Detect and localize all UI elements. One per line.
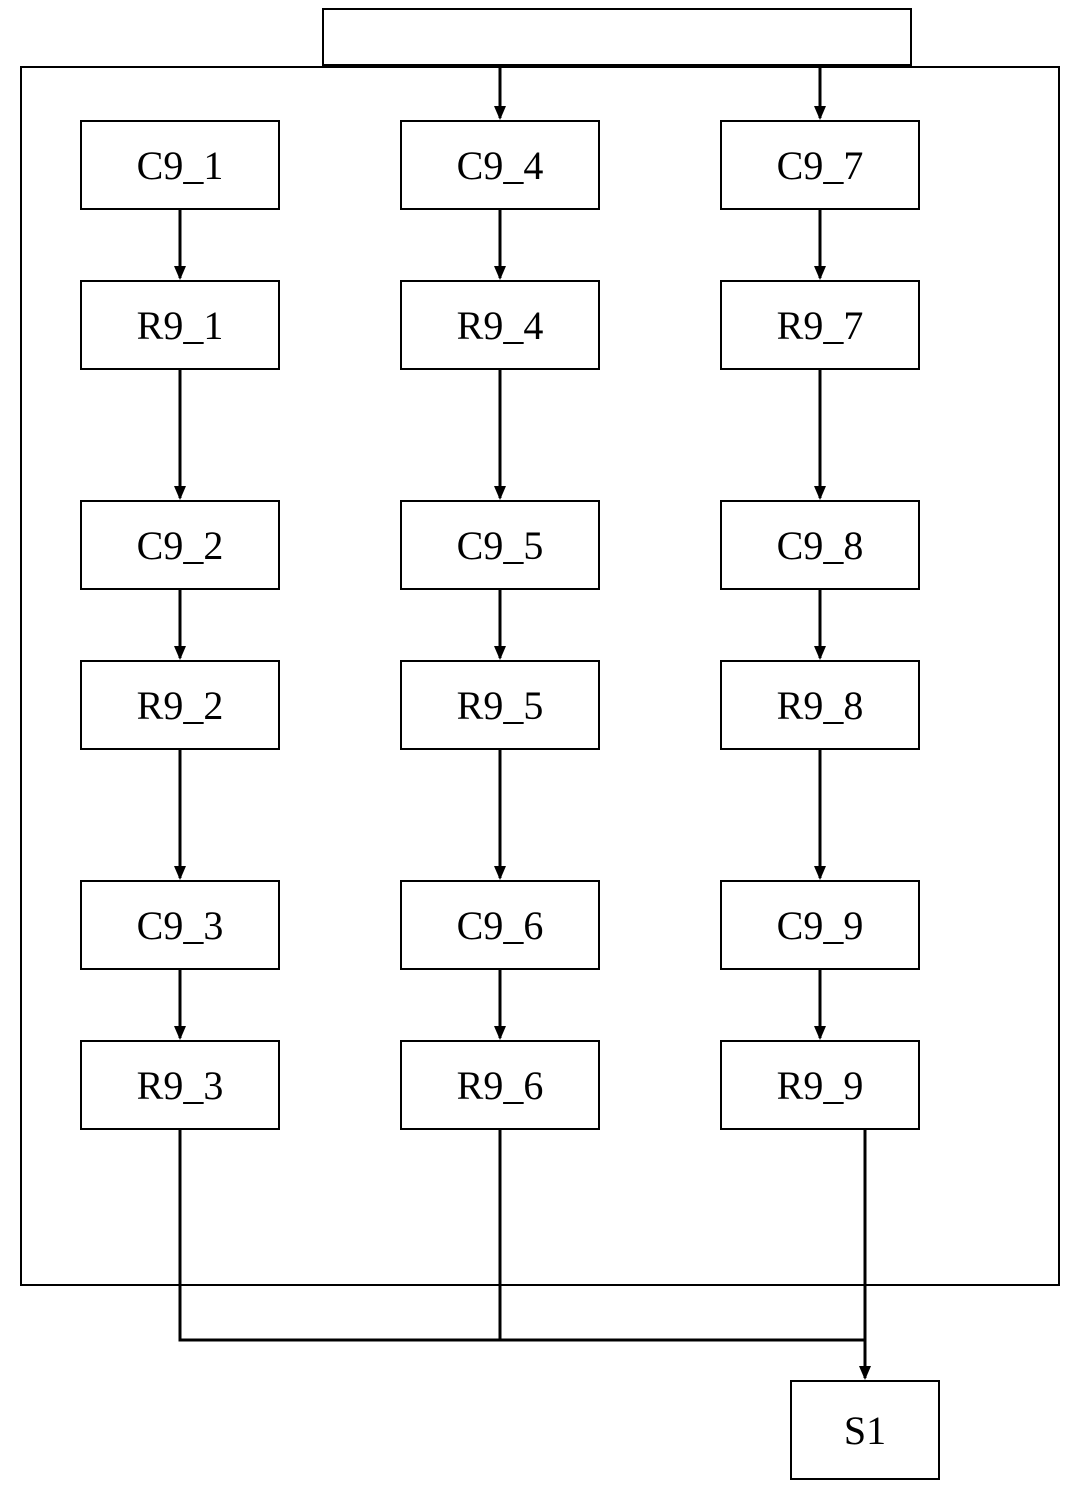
node-r9-2: R9_2 — [80, 660, 280, 750]
top-source-bar — [322, 8, 912, 66]
node-c9-6: C9_6 — [400, 880, 600, 970]
node-r9-7: R9_7 — [720, 280, 920, 370]
node-label: R9_3 — [137, 1062, 224, 1109]
node-label: R9_1 — [137, 302, 224, 349]
node-label: C9_7 — [777, 142, 864, 189]
node-r9-8: R9_8 — [720, 660, 920, 750]
node-label: R9_2 — [137, 682, 224, 729]
node-r9-5: R9_5 — [400, 660, 600, 750]
node-label: C9_2 — [137, 522, 224, 569]
node-label: R9_8 — [777, 682, 864, 729]
node-r9-3: R9_3 — [80, 1040, 280, 1130]
node-label: S1 — [844, 1407, 886, 1454]
node-r9-9: R9_9 — [720, 1040, 920, 1130]
node-label: C9_6 — [457, 902, 544, 949]
node-label: R9_9 — [777, 1062, 864, 1109]
node-r9-1: R9_1 — [80, 280, 280, 370]
node-label: C9_5 — [457, 522, 544, 569]
node-r9-6: R9_6 — [400, 1040, 600, 1130]
node-c9-9: C9_9 — [720, 880, 920, 970]
node-label: R9_6 — [457, 1062, 544, 1109]
node-c9-8: C9_8 — [720, 500, 920, 590]
node-c9-7: C9_7 — [720, 120, 920, 210]
node-label: C9_4 — [457, 142, 544, 189]
node-c9-1: C9_1 — [80, 120, 280, 210]
node-c9-3: C9_3 — [80, 880, 280, 970]
node-label: C9_1 — [137, 142, 224, 189]
diagram-canvas: C9_1 R9_1 C9_2 R9_2 C9_3 R9_3 C9_4 R9_4 … — [0, 0, 1089, 1505]
node-s1: S1 — [790, 1380, 940, 1480]
node-c9-2: C9_2 — [80, 500, 280, 590]
node-label: R9_7 — [777, 302, 864, 349]
node-label: C9_8 — [777, 522, 864, 569]
node-r9-4: R9_4 — [400, 280, 600, 370]
node-label: C9_9 — [777, 902, 864, 949]
node-label: C9_3 — [137, 902, 224, 949]
node-label: R9_4 — [457, 302, 544, 349]
node-c9-5: C9_5 — [400, 500, 600, 590]
node-label: R9_5 — [457, 682, 544, 729]
node-c9-4: C9_4 — [400, 120, 600, 210]
